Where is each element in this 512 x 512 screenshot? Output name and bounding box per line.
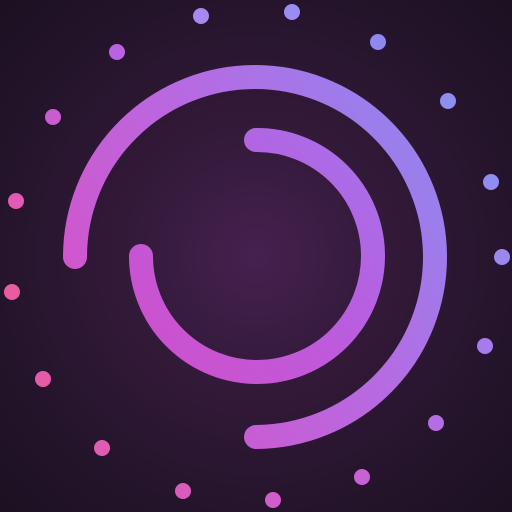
decorative-dot bbox=[483, 174, 499, 190]
decorative-dot bbox=[284, 4, 300, 20]
decorative-dot bbox=[109, 44, 125, 60]
inner-spiral-arc bbox=[129, 127, 385, 384]
spiral-logo-icon bbox=[4, 4, 510, 508]
decorative-dot bbox=[370, 34, 386, 50]
decorative-dot bbox=[8, 193, 24, 209]
decorative-dot bbox=[35, 371, 51, 387]
decorative-dot bbox=[45, 109, 61, 125]
decorative-dot bbox=[428, 415, 444, 431]
decorative-dot bbox=[477, 338, 493, 354]
decorative-dot bbox=[94, 440, 110, 456]
decorative-dot bbox=[4, 284, 20, 300]
decorative-dot bbox=[193, 8, 209, 24]
decorative-dot bbox=[265, 492, 281, 508]
decorative-dot bbox=[354, 469, 370, 485]
decorative-dot bbox=[440, 93, 456, 109]
decorative-dot bbox=[175, 483, 191, 499]
app-icon bbox=[0, 0, 512, 512]
decorative-dot bbox=[494, 249, 510, 265]
